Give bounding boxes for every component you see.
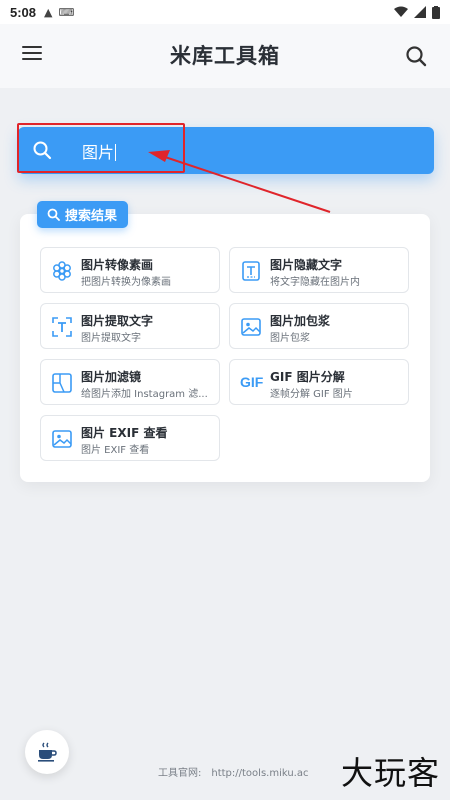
tool-desc: 把图片转换为像素画 (81, 277, 171, 288)
search-icon[interactable] (404, 44, 428, 68)
image-icon (241, 318, 261, 336)
hidden-text-icon (242, 261, 260, 281)
filter-icon (52, 373, 72, 393)
footer-url[interactable]: http://tools.miku.ac (211, 768, 308, 779)
signal-icon (414, 6, 426, 18)
tool-name: GIF 图片分解 (270, 370, 345, 384)
results-tag: 搜索结果 (37, 201, 129, 228)
tool-item-filter[interactable]: 图片加滤镜 给图片添加 Instagram 滤... (40, 359, 220, 405)
watermark: 大玩客 (340, 754, 440, 792)
tool-name: 图片加滤镜 (81, 370, 142, 384)
tool-name: 图片转像素画 (81, 258, 154, 272)
tool-item-hide-text[interactable]: 图片隐藏文字 将文字隐藏在图片内 (229, 247, 409, 293)
tool-item-exif[interactable]: 图片 EXIF 查看 图片 EXIF 查看 (40, 415, 220, 461)
tool-name: 图片 EXIF 查看 (81, 426, 168, 440)
wifi-icon (394, 6, 408, 17)
gif-icon: GIF (240, 374, 264, 390)
tool-desc: 图片 EXIF 查看 (81, 445, 150, 456)
status-bar: 5:08 ▲ ⌨ (0, 0, 450, 24)
tool-name: 图片提取文字 (81, 314, 154, 328)
status-right (394, 5, 440, 19)
tool-desc: 图片提取文字 (81, 333, 141, 344)
notification-a-icon: ▲ (44, 5, 53, 19)
tool-desc: 给图片添加 Instagram 滤... (81, 389, 208, 400)
tool-item-patina[interactable]: 图片加包浆 图片包浆 (229, 303, 409, 349)
app-title: 米库工具箱 (170, 44, 280, 68)
tool-item-pixel-art[interactable]: 图片转像素画 把图片转换为像素画 (40, 247, 220, 293)
tool-desc: 将文字隐藏在图片内 (270, 277, 360, 288)
tool-desc: 逐帧分解 GIF 图片 (270, 389, 353, 400)
keyboard-icon: ⌨ (58, 5, 75, 19)
coffee-button[interactable] (25, 730, 69, 774)
tool-name: 图片隐藏文字 (270, 258, 343, 272)
tool-name: 图片加包浆 (270, 314, 331, 328)
image-icon (52, 430, 72, 448)
tool-item-extract-text[interactable]: 图片提取文字 图片提取文字 (40, 303, 220, 349)
highlight-box (17, 123, 185, 173)
app-bar: 米库工具箱 (0, 24, 450, 88)
tool-item-gif-split[interactable]: GIF GIF 图片分解 逐帧分解 GIF 图片 (229, 359, 409, 405)
flower-icon (53, 261, 71, 281)
status-time: 5:08 (10, 4, 37, 20)
search-icon (47, 208, 60, 221)
footer: 工具官网: http://tools.miku.ac (158, 764, 308, 779)
battery-icon (432, 5, 440, 19)
ocr-icon (52, 317, 72, 337)
footer-label: 工具官网: (158, 768, 202, 779)
coffee-cup-icon (38, 742, 57, 762)
results-label: 搜索结果 (65, 209, 118, 224)
tool-desc: 图片包浆 (270, 333, 310, 344)
